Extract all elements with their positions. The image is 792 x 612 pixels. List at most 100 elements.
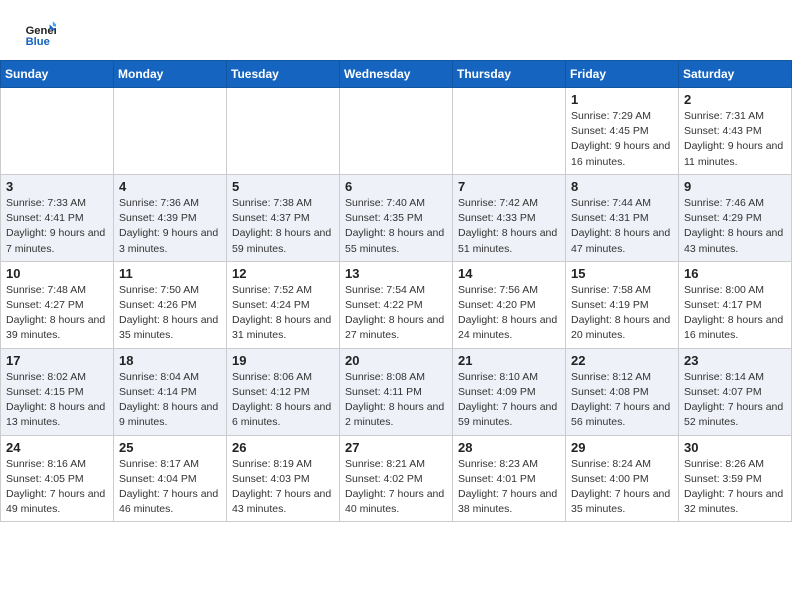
- day-number: 27: [345, 440, 447, 455]
- day-number: 3: [6, 179, 108, 194]
- calendar-day-15: 15Sunrise: 7:58 AM Sunset: 4:19 PM Dayli…: [566, 261, 679, 348]
- day-info: Sunrise: 7:44 AM Sunset: 4:31 PM Dayligh…: [571, 196, 673, 257]
- day-number: 9: [684, 179, 786, 194]
- calendar-day-29: 29 Sunrise: 8:24 AM Sunset: 4:00 PM Dayli…: [566, 435, 679, 522]
- day-number: 30: [684, 440, 786, 455]
- calendar-table: SundayMondayTuesdayWednesdayThursdayFrid…: [0, 60, 792, 522]
- day-info: Sunrise: 8:06 AM Sunset: 4:12 PM Dayligh…: [232, 370, 334, 431]
- day-info: Sunrise: 7:54 AM Sunset: 4:22 PM Dayligh…: [345, 283, 447, 344]
- day-info: Sunrise: 7:56 AM Sunset: 4:20 PM Dayligh…: [458, 283, 560, 344]
- calendar-week-row: 17 Sunrise: 8:02 AM Sunset: 4:15 PM Dayli…: [1, 348, 792, 435]
- day-number: 26: [232, 440, 334, 455]
- day-info: Sunrise: 8:00 AM Sunset: 4:17 PM Dayligh…: [684, 283, 786, 344]
- calendar-day-17: 17 Sunrise: 8:02 AM Sunset: 4:15 PM Dayli…: [1, 348, 114, 435]
- day-number: 11: [119, 266, 221, 281]
- calendar-day-23: 23 Sunrise: 8:14 AM Sunset: 4:07 PM Dayli…: [679, 348, 792, 435]
- col-header-wednesday: Wednesday: [340, 61, 453, 88]
- day-number: 23: [684, 353, 786, 368]
- calendar-day-6: 6 Sunrise: 7:40 AM Sunset: 4:35 PM Daylig…: [340, 174, 453, 261]
- day-number: 17: [6, 353, 108, 368]
- calendar-day-empty: [114, 88, 227, 175]
- calendar-day-27: 27Sunrise: 8:21 AM Sunset: 4:02 PM Dayli…: [340, 435, 453, 522]
- day-number: 28: [458, 440, 560, 455]
- day-number: 22: [571, 353, 673, 368]
- calendar-day-30: 30 Sunrise: 8:26 AM Sunset: 3:59 PM Dayli…: [679, 435, 792, 522]
- day-number: 18: [119, 353, 221, 368]
- day-info: Sunrise: 8:14 AM Sunset: 4:07 PM Dayligh…: [684, 370, 786, 431]
- col-header-sunday: Sunday: [1, 61, 114, 88]
- day-number: 8: [571, 179, 673, 194]
- calendar-day-26: 26 Sunrise: 8:19 AM Sunset: 4:03 PM Dayli…: [227, 435, 340, 522]
- day-info: Sunrise: 7:38 AM Sunset: 4:37 PM Dayligh…: [232, 196, 334, 257]
- day-number: 7: [458, 179, 560, 194]
- day-info: Sunrise: 7:48 AM Sunset: 4:27 PM Dayligh…: [6, 283, 108, 344]
- col-header-tuesday: Tuesday: [227, 61, 340, 88]
- day-info: Sunrise: 8:17 AM Sunset: 4:04 PM Dayligh…: [119, 457, 221, 518]
- calendar-day-empty: [1, 88, 114, 175]
- calendar-week-row: 24 Sunrise: 8:16 AM Sunset: 4:05 PM Dayli…: [1, 435, 792, 522]
- calendar-day-empty: [227, 88, 340, 175]
- col-header-monday: Monday: [114, 61, 227, 88]
- svg-text:Blue: Blue: [26, 36, 50, 48]
- day-number: 21: [458, 353, 560, 368]
- day-info: Sunrise: 7:50 AM Sunset: 4:26 PM Dayligh…: [119, 283, 221, 344]
- day-info: Sunrise: 7:42 AM Sunset: 4:33 PM Dayligh…: [458, 196, 560, 257]
- day-info: Sunrise: 8:04 AM Sunset: 4:14 PM Dayligh…: [119, 370, 221, 431]
- calendar-day-28: 28 Sunrise: 8:23 AM Sunset: 4:01 PM Dayli…: [453, 435, 566, 522]
- logo-icon: General Blue: [24, 18, 56, 50]
- day-number: 25: [119, 440, 221, 455]
- calendar-day-8: 8 Sunrise: 7:44 AM Sunset: 4:31 PM Daylig…: [566, 174, 679, 261]
- day-info: Sunrise: 8:02 AM Sunset: 4:15 PM Dayligh…: [6, 370, 108, 431]
- calendar-day-4: 4Sunrise: 7:36 AM Sunset: 4:39 PM Daylig…: [114, 174, 227, 261]
- col-header-friday: Friday: [566, 61, 679, 88]
- day-number: 2: [684, 92, 786, 107]
- day-number: 10: [6, 266, 108, 281]
- day-number: 29: [571, 440, 673, 455]
- day-number: 19: [232, 353, 334, 368]
- calendar-day-7: 7 Sunrise: 7:42 AM Sunset: 4:33 PM Daylig…: [453, 174, 566, 261]
- day-number: 6: [345, 179, 447, 194]
- col-header-thursday: Thursday: [453, 61, 566, 88]
- calendar-day-21: 21Sunrise: 8:10 AM Sunset: 4:09 PM Dayli…: [453, 348, 566, 435]
- day-number: 13: [345, 266, 447, 281]
- calendar-day-14: 14 Sunrise: 7:56 AM Sunset: 4:20 PM Dayli…: [453, 261, 566, 348]
- col-header-saturday: Saturday: [679, 61, 792, 88]
- calendar-day-10: 10 Sunrise: 7:48 AM Sunset: 4:27 PM Dayli…: [1, 261, 114, 348]
- day-number: 20: [345, 353, 447, 368]
- calendar-day-empty: [453, 88, 566, 175]
- day-info: Sunrise: 8:24 AM Sunset: 4:00 PM Dayligh…: [571, 457, 673, 518]
- calendar-day-13: 13 Sunrise: 7:54 AM Sunset: 4:22 PM Dayli…: [340, 261, 453, 348]
- day-info: Sunrise: 7:52 AM Sunset: 4:24 PM Dayligh…: [232, 283, 334, 344]
- page-header: General Blue: [0, 0, 792, 60]
- calendar-week-row: 3 Sunrise: 7:33 AM Sunset: 4:41 PM Daylig…: [1, 174, 792, 261]
- day-number: 24: [6, 440, 108, 455]
- calendar-day-empty: [340, 88, 453, 175]
- calendar-day-25: 25 Sunrise: 8:17 AM Sunset: 4:04 PM Dayli…: [114, 435, 227, 522]
- day-info: Sunrise: 7:33 AM Sunset: 4:41 PM Dayligh…: [6, 196, 108, 257]
- day-info: Sunrise: 8:26 AM Sunset: 3:59 PM Dayligh…: [684, 457, 786, 518]
- day-info: Sunrise: 8:08 AM Sunset: 4:11 PM Dayligh…: [345, 370, 447, 431]
- day-number: 14: [458, 266, 560, 281]
- logo: General Blue: [24, 18, 62, 50]
- calendar-day-3: 3 Sunrise: 7:33 AM Sunset: 4:41 PM Daylig…: [1, 174, 114, 261]
- calendar-day-22: 22 Sunrise: 8:12 AM Sunset: 4:08 PM Dayli…: [566, 348, 679, 435]
- day-info: Sunrise: 7:58 AM Sunset: 4:19 PM Dayligh…: [571, 283, 673, 344]
- calendar-day-1: 1Sunrise: 7:29 AM Sunset: 4:45 PM Daylig…: [566, 88, 679, 175]
- calendar-day-11: 11 Sunrise: 7:50 AM Sunset: 4:26 PM Dayli…: [114, 261, 227, 348]
- calendar-day-9: 9 Sunrise: 7:46 AM Sunset: 4:29 PM Daylig…: [679, 174, 792, 261]
- calendar-week-row: 1Sunrise: 7:29 AM Sunset: 4:45 PM Daylig…: [1, 88, 792, 175]
- day-info: Sunrise: 7:46 AM Sunset: 4:29 PM Dayligh…: [684, 196, 786, 257]
- day-info: Sunrise: 7:40 AM Sunset: 4:35 PM Dayligh…: [345, 196, 447, 257]
- day-info: Sunrise: 8:16 AM Sunset: 4:05 PM Dayligh…: [6, 457, 108, 518]
- day-number: 5: [232, 179, 334, 194]
- calendar-day-20: 20 Sunrise: 8:08 AM Sunset: 4:11 PM Dayli…: [340, 348, 453, 435]
- calendar-week-row: 10 Sunrise: 7:48 AM Sunset: 4:27 PM Dayli…: [1, 261, 792, 348]
- day-info: Sunrise: 8:19 AM Sunset: 4:03 PM Dayligh…: [232, 457, 334, 518]
- day-info: Sunrise: 8:12 AM Sunset: 4:08 PM Dayligh…: [571, 370, 673, 431]
- day-info: Sunrise: 7:36 AM Sunset: 4:39 PM Dayligh…: [119, 196, 221, 257]
- day-info: Sunrise: 8:23 AM Sunset: 4:01 PM Dayligh…: [458, 457, 560, 518]
- calendar-day-2: 2 Sunrise: 7:31 AM Sunset: 4:43 PM Daylig…: [679, 88, 792, 175]
- day-number: 16: [684, 266, 786, 281]
- calendar-header-row: SundayMondayTuesdayWednesdayThursdayFrid…: [1, 61, 792, 88]
- day-info: Sunrise: 7:31 AM Sunset: 4:43 PM Dayligh…: [684, 109, 786, 170]
